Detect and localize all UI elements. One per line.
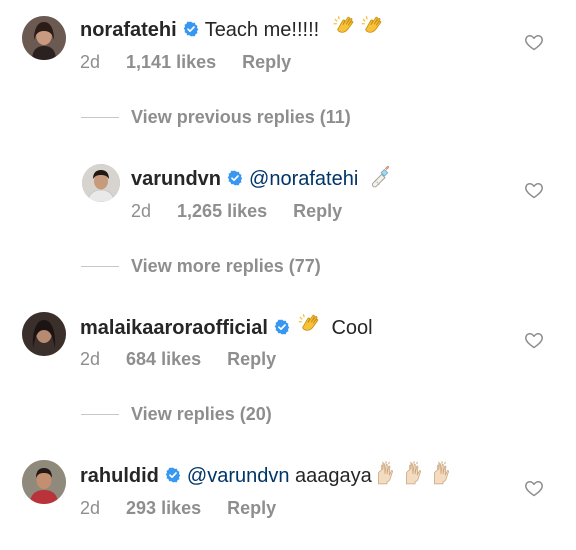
baby-bottle-icon — [366, 163, 392, 189]
avatar[interactable] — [22, 312, 66, 356]
mention-link[interactable]: @varundvn — [187, 465, 290, 487]
comment-username[interactable]: malaikaaroraofficial — [80, 317, 268, 339]
reply-button[interactable]: Reply — [227, 497, 276, 519]
likes-count-link[interactable]: 1,141 likes — [126, 51, 216, 73]
view-replies-row: View replies (20) — [0, 403, 576, 427]
comment-text: Cool — [331, 317, 373, 339]
comment-username[interactable]: norafatehi — [80, 19, 177, 41]
profile-photo-icon — [22, 460, 66, 504]
comment-age: 2d — [131, 201, 152, 221]
raising-hands-icon — [372, 460, 400, 486]
verified-badge-icon — [165, 467, 181, 483]
view-previous-replies-row: View previous replies (11) — [0, 106, 576, 130]
profile-photo-icon — [22, 312, 66, 356]
heart-icon[interactable] — [524, 478, 544, 498]
clapping-hands-icon — [359, 14, 387, 40]
heart-icon[interactable] — [524, 32, 544, 52]
comment-username[interactable]: rahuldid — [80, 465, 159, 487]
comment-username[interactable]: varundvn — [131, 168, 221, 190]
raising-hands-icon — [400, 460, 428, 486]
comment-age: 2d — [80, 349, 101, 369]
profile-photo-icon — [22, 16, 66, 60]
likes-count-link[interactable]: 293 likes — [126, 497, 201, 519]
raising-hands-icon — [428, 460, 456, 486]
verified-badge-icon — [183, 21, 199, 37]
reply-button[interactable]: Reply — [242, 51, 291, 73]
divider-line — [81, 117, 119, 118]
avatar[interactable] — [82, 164, 120, 202]
heart-icon[interactable] — [524, 330, 544, 350]
divider-line — [81, 414, 119, 415]
mention-link[interactable]: @norafatehi — [249, 168, 358, 190]
comment-age: 2d — [80, 498, 101, 518]
view-previous-replies-link[interactable]: View previous replies (11) — [131, 106, 351, 128]
view-more-replies-row: View more replies (77) — [0, 255, 576, 279]
reply-button[interactable]: Reply — [293, 200, 342, 222]
clapping-hands-icon — [331, 14, 359, 40]
verified-badge-icon — [227, 170, 243, 186]
likes-count-link[interactable]: 684 likes — [126, 348, 201, 370]
avatar[interactable] — [22, 16, 66, 60]
reply-button[interactable]: Reply — [227, 348, 276, 370]
likes-count-link[interactable]: 1,265 likes — [177, 200, 267, 222]
verified-badge-icon — [274, 319, 290, 335]
comment-age: 2d — [80, 52, 101, 72]
heart-icon[interactable] — [524, 180, 544, 200]
comment-text: Teach me!!!!! — [204, 19, 320, 41]
view-replies-link[interactable]: View replies (20) — [131, 403, 272, 425]
avatar[interactable] — [22, 460, 66, 504]
divider-line — [81, 266, 119, 267]
clapping-hands-icon — [296, 312, 324, 338]
view-more-replies-link[interactable]: View more replies (77) — [131, 255, 321, 277]
profile-photo-icon — [82, 164, 120, 202]
comment-text: aaagaya — [295, 465, 372, 487]
